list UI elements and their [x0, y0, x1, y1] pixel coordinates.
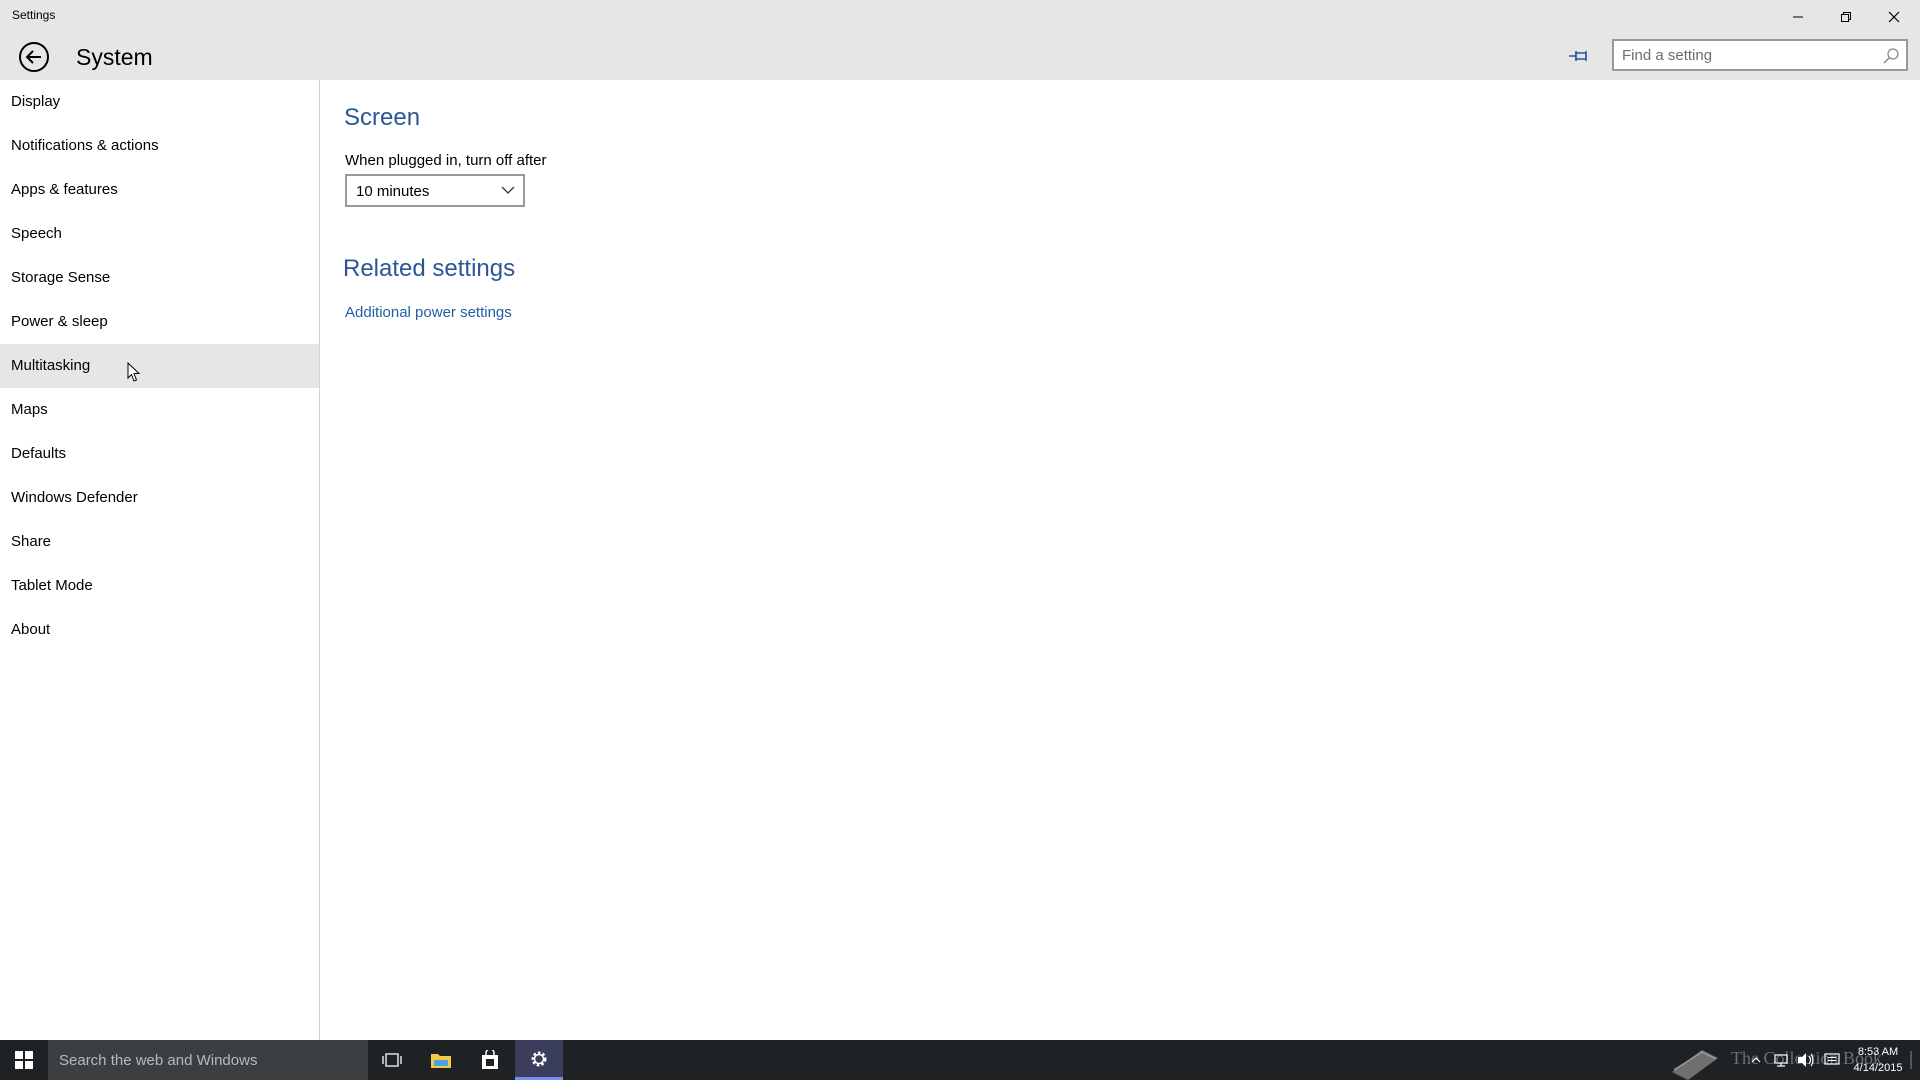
- volume-button[interactable]: [1797, 1051, 1815, 1069]
- store-icon: [482, 1050, 498, 1069]
- settings-taskbar-button[interactable]: [515, 1040, 563, 1080]
- task-view-button[interactable]: [368, 1040, 416, 1080]
- search-input[interactable]: [1622, 44, 1872, 66]
- sidebar-item-display[interactable]: Display: [0, 80, 319, 124]
- chevron-up-icon: [1751, 1057, 1761, 1063]
- sidebar-item-tablet-mode[interactable]: Tablet Mode: [0, 564, 319, 608]
- file-explorer-button[interactable]: [417, 1040, 465, 1080]
- sidebar-item-windows-defender[interactable]: Windows Defender: [0, 476, 319, 520]
- taskbar-search-placeholder: Search the web and Windows: [59, 1052, 258, 1069]
- find-setting-search[interactable]: [1612, 39, 1908, 71]
- chevron-down-icon: [501, 186, 515, 194]
- clock-time: 8:53 AM: [1857, 1046, 1899, 1058]
- sidebar-item-label: Display: [11, 93, 61, 110]
- dropdown-value: 10 minutes: [356, 183, 430, 200]
- screen-section-title: Screen: [344, 104, 421, 131]
- tray-overflow-button[interactable]: [1747, 1051, 1765, 1069]
- close-icon: [1888, 11, 1900, 22]
- search-icon: [1883, 48, 1899, 64]
- taskbar-search-box[interactable]: Search the web and Windows: [48, 1040, 368, 1080]
- network-icon: [1774, 1054, 1788, 1067]
- taskbar-clock[interactable]: 8:53 AM 4/14/2015: [1848, 1044, 1908, 1076]
- screen-timeout-dropdown[interactable]: 10 minutes: [345, 174, 525, 207]
- gear-icon: [531, 1051, 547, 1066]
- back-button[interactable]: [17, 40, 51, 74]
- back-arrow-icon: [19, 42, 49, 72]
- sidebar-item-label: Storage Sense: [11, 269, 111, 286]
- action-center-tray-button[interactable]: [1823, 1051, 1841, 1069]
- restore-button[interactable]: [1822, 0, 1870, 33]
- sidebar-item-label: Power & sleep: [11, 313, 108, 330]
- sidebar-item-label: Share: [11, 533, 52, 550]
- minimize-icon: [1793, 16, 1803, 17]
- page-title: System: [76, 44, 153, 70]
- sidebar-item-label: Defaults: [11, 445, 67, 462]
- sidebar-item-speech[interactable]: Speech: [0, 212, 319, 256]
- windows-logo-icon: [14, 1051, 33, 1069]
- pin-button[interactable]: [1565, 43, 1593, 69]
- pin-icon: [1569, 51, 1587, 61]
- sidebar: Display Notifications & actions Apps & f…: [0, 80, 320, 1040]
- message-icon: [1824, 1053, 1840, 1065]
- clock-date: 4/14/2015: [1853, 1062, 1903, 1074]
- sidebar-item-label: About: [11, 621, 51, 638]
- sidebar-item-label: Multitasking: [11, 357, 91, 374]
- task-view-icon: [382, 1053, 402, 1067]
- mouse-cursor-icon: [127, 362, 141, 382]
- network-button[interactable]: [1772, 1051, 1790, 1069]
- book-logo-icon: [1672, 1050, 1718, 1080]
- sidebar-item-label: Windows Defender: [11, 489, 138, 506]
- folder-icon: [431, 1054, 451, 1068]
- sidebar-item-label: Tablet Mode: [11, 577, 93, 594]
- sidebar-item-maps[interactable]: Maps: [0, 388, 319, 432]
- minimize-button[interactable]: [1774, 0, 1822, 33]
- main-content: Screen When plugged in, turn off after 1…: [321, 80, 1920, 1040]
- sidebar-item-storage-sense[interactable]: Storage Sense: [0, 256, 319, 300]
- show-desktop-icon[interactable]: [1910, 1051, 1914, 1069]
- sidebar-item-label: Apps & features: [11, 181, 118, 198]
- sidebar-item-about[interactable]: About: [0, 608, 319, 652]
- sidebar-item-defaults[interactable]: Defaults: [0, 432, 319, 476]
- store-button[interactable]: [466, 1040, 514, 1080]
- sidebar-item-share[interactable]: Share: [0, 520, 319, 564]
- plugged-in-label: When plugged in, turn off after: [345, 152, 547, 169]
- app-title: Settings: [12, 8, 56, 22]
- sidebar-item-apps-features[interactable]: Apps & features: [0, 168, 319, 212]
- sidebar-item-label: Maps: [11, 401, 48, 418]
- sidebar-item-power-sleep[interactable]: Power & sleep: [0, 300, 319, 344]
- additional-power-settings-link[interactable]: Additional power settings: [345, 304, 512, 321]
- close-button[interactable]: [1870, 0, 1918, 33]
- header: System: [0, 33, 1920, 80]
- start-button[interactable]: [0, 1040, 47, 1080]
- sidebar-item-notifications[interactable]: Notifications & actions: [0, 124, 319, 168]
- sidebar-item-label: Notifications & actions: [11, 137, 159, 154]
- sidebar-item-multitasking[interactable]: Multitasking: [0, 344, 319, 388]
- restore-icon: [1841, 11, 1851, 22]
- volume-icon: [1798, 1053, 1814, 1067]
- taskbar: Search the web and Windows The Collectio…: [0, 1040, 1920, 1080]
- title-bar: Settings: [0, 0, 1920, 33]
- related-settings-title: Related settings: [343, 255, 516, 282]
- sidebar-item-label: Speech: [11, 225, 62, 242]
